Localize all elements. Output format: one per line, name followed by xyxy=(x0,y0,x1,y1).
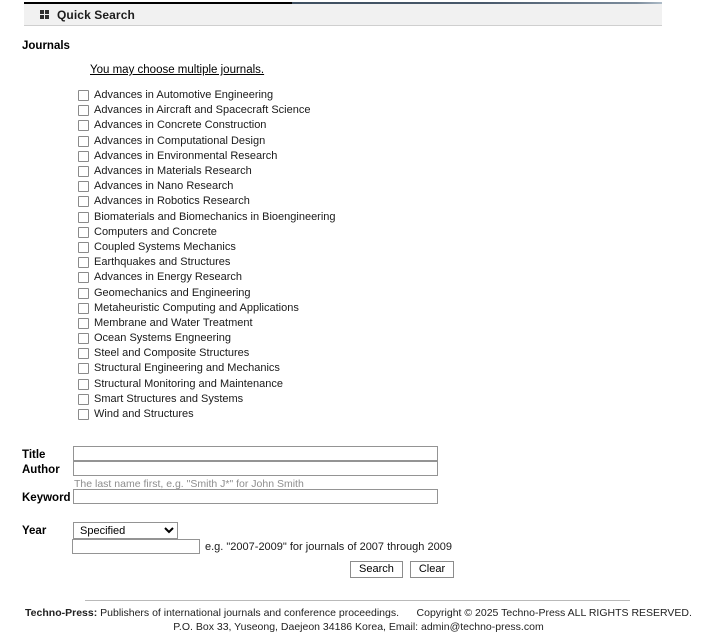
journal-label: Advances in Materials Research xyxy=(94,165,252,178)
journal-label: Advances in Aircraft and Spacecraft Scie… xyxy=(94,104,311,117)
journal-checkbox[interactable] xyxy=(78,196,89,208)
journal-label: Ocean Systems Engneering xyxy=(94,332,231,345)
journal-checkbox[interactable] xyxy=(78,90,89,102)
journals-section-label: Journals xyxy=(22,40,70,52)
list-item[interactable]: Steel and Composite Structures xyxy=(78,346,498,361)
title-label: Title xyxy=(22,449,46,461)
list-item[interactable]: Biomaterials and Biomechanics in Bioengi… xyxy=(78,210,498,225)
journal-label: Advances in Automotive Engineering xyxy=(94,89,274,102)
journal-checkbox[interactable] xyxy=(78,378,89,390)
footer-brand: Techno-Press: xyxy=(25,607,98,619)
journal-label: Metaheuristic Computing and Applications xyxy=(94,301,299,314)
journal-label: Geomechanics and Engineering xyxy=(94,286,251,299)
footer-copyright: Copyright © 2025 Techno-Press ALL RIGHTS… xyxy=(416,607,692,619)
year-mode-select[interactable]: Specified xyxy=(73,522,178,539)
journal-label: Earthquakes and Structures xyxy=(94,256,231,269)
footer-divider xyxy=(85,600,630,601)
footer-line-1: Techno-Press: Publishers of internationa… xyxy=(0,606,717,620)
journal-checkbox[interactable] xyxy=(78,105,89,117)
author-label: Author xyxy=(22,464,60,476)
quick-search-page: Quick Search Journals You may choose mul… xyxy=(0,0,717,636)
journal-label: Computers and Concrete xyxy=(94,225,217,238)
year-label: Year xyxy=(22,525,47,537)
journal-label: Advances in Robotics Research xyxy=(94,195,250,208)
list-item[interactable]: Structural Engineering and Mechanics xyxy=(78,361,498,376)
journal-checkbox[interactable] xyxy=(78,135,89,147)
journal-checkbox[interactable] xyxy=(78,393,89,405)
year-hint: e.g. "2007-2009" for journals of 2007 th… xyxy=(205,541,452,553)
footer: Techno-Press: Publishers of internationa… xyxy=(0,606,717,634)
journal-checkbox-list: Advances in Automotive Engineering Advan… xyxy=(78,88,498,422)
footer-tagline: Publishers of international journals and… xyxy=(100,607,399,619)
list-item[interactable]: Advances in Computational Design xyxy=(78,134,498,149)
journal-checkbox[interactable] xyxy=(78,287,89,299)
list-item[interactable]: Earthquakes and Structures xyxy=(78,255,498,270)
keyword-input[interactable] xyxy=(73,489,438,504)
quick-search-header: Quick Search xyxy=(24,4,662,26)
journal-label: Advances in Environmental Research xyxy=(94,149,278,162)
list-item[interactable]: Advances in Materials Research xyxy=(78,164,498,179)
page-title: Quick Search xyxy=(57,7,135,22)
journal-label: Advances in Nano Research xyxy=(94,180,234,193)
list-item[interactable]: Computers and Concrete xyxy=(78,225,498,240)
list-item[interactable]: Advances in Environmental Research xyxy=(78,149,498,164)
search-button[interactable]: Search xyxy=(350,561,403,578)
multiple-journals-note: You may choose multiple journals. xyxy=(90,64,265,76)
list-item[interactable]: Metaheuristic Computing and Applications xyxy=(78,301,498,316)
list-item[interactable]: Advances in Nano Research xyxy=(78,179,498,194)
journal-checkbox[interactable] xyxy=(78,317,89,329)
list-item[interactable]: Smart Structures and Systems xyxy=(78,392,498,407)
journal-checkbox[interactable] xyxy=(78,241,89,253)
journal-checkbox[interactable] xyxy=(78,120,89,132)
journal-checkbox[interactable] xyxy=(78,409,89,421)
list-item[interactable]: Advances in Aircraft and Spacecraft Scie… xyxy=(78,103,498,118)
journal-label: Biomaterials and Biomechanics in Bioengi… xyxy=(94,210,336,223)
list-item[interactable]: Coupled Systems Mechanics xyxy=(78,240,498,255)
year-range-input[interactable] xyxy=(72,539,200,554)
journal-checkbox[interactable] xyxy=(78,181,89,193)
journal-label: Steel and Composite Structures xyxy=(94,347,250,360)
journal-checkbox[interactable] xyxy=(78,226,89,238)
journal-label: Wind and Structures xyxy=(94,408,194,421)
journal-label: Advances in Energy Research xyxy=(94,271,242,284)
list-item[interactable]: Advances in Automotive Engineering xyxy=(78,88,498,103)
footer-address: P.O. Box 33, Yuseong, Daejeon 34186 Kore… xyxy=(173,621,544,633)
list-item[interactable]: Advances in Concrete Construction xyxy=(78,118,498,133)
journal-label: Smart Structures and Systems xyxy=(94,392,244,405)
grid-squares-icon xyxy=(40,10,49,19)
list-item[interactable]: Structural Monitoring and Maintenance xyxy=(78,377,498,392)
list-item[interactable]: Wind and Structures xyxy=(78,407,498,422)
list-item[interactable]: Geomechanics and Engineering xyxy=(78,285,498,300)
journal-checkbox[interactable] xyxy=(78,257,89,269)
journal-checkbox[interactable] xyxy=(78,166,89,178)
journal-label: Advances in Computational Design xyxy=(94,134,266,147)
author-input[interactable] xyxy=(73,461,438,476)
list-item[interactable]: Membrane and Water Treatment xyxy=(78,316,498,331)
journal-checkbox[interactable] xyxy=(78,272,89,284)
journal-checkbox[interactable] xyxy=(78,333,89,345)
list-item[interactable]: Advances in Robotics Research xyxy=(78,194,498,209)
clear-button[interactable]: Clear xyxy=(409,561,455,578)
list-item[interactable]: Ocean Systems Engneering xyxy=(78,331,498,346)
journal-label: Coupled Systems Mechanics xyxy=(94,240,236,253)
journal-label: Structural Engineering and Mechanics xyxy=(94,362,280,375)
journal-checkbox[interactable] xyxy=(78,150,89,162)
journal-label: Membrane and Water Treatment xyxy=(94,316,253,329)
journal-label: Advances in Concrete Construction xyxy=(94,119,267,132)
journal-checkbox[interactable] xyxy=(78,211,89,223)
journal-checkbox[interactable] xyxy=(78,302,89,314)
journal-checkbox[interactable] xyxy=(78,348,89,360)
journal-label: Structural Monitoring and Maintenance xyxy=(94,377,283,390)
title-input[interactable] xyxy=(73,446,438,461)
list-item[interactable]: Advances in Energy Research xyxy=(78,270,498,285)
journal-checkbox[interactable] xyxy=(78,363,89,375)
form-actions: Search Clear xyxy=(350,561,455,578)
keyword-label: Keyword xyxy=(22,492,71,504)
